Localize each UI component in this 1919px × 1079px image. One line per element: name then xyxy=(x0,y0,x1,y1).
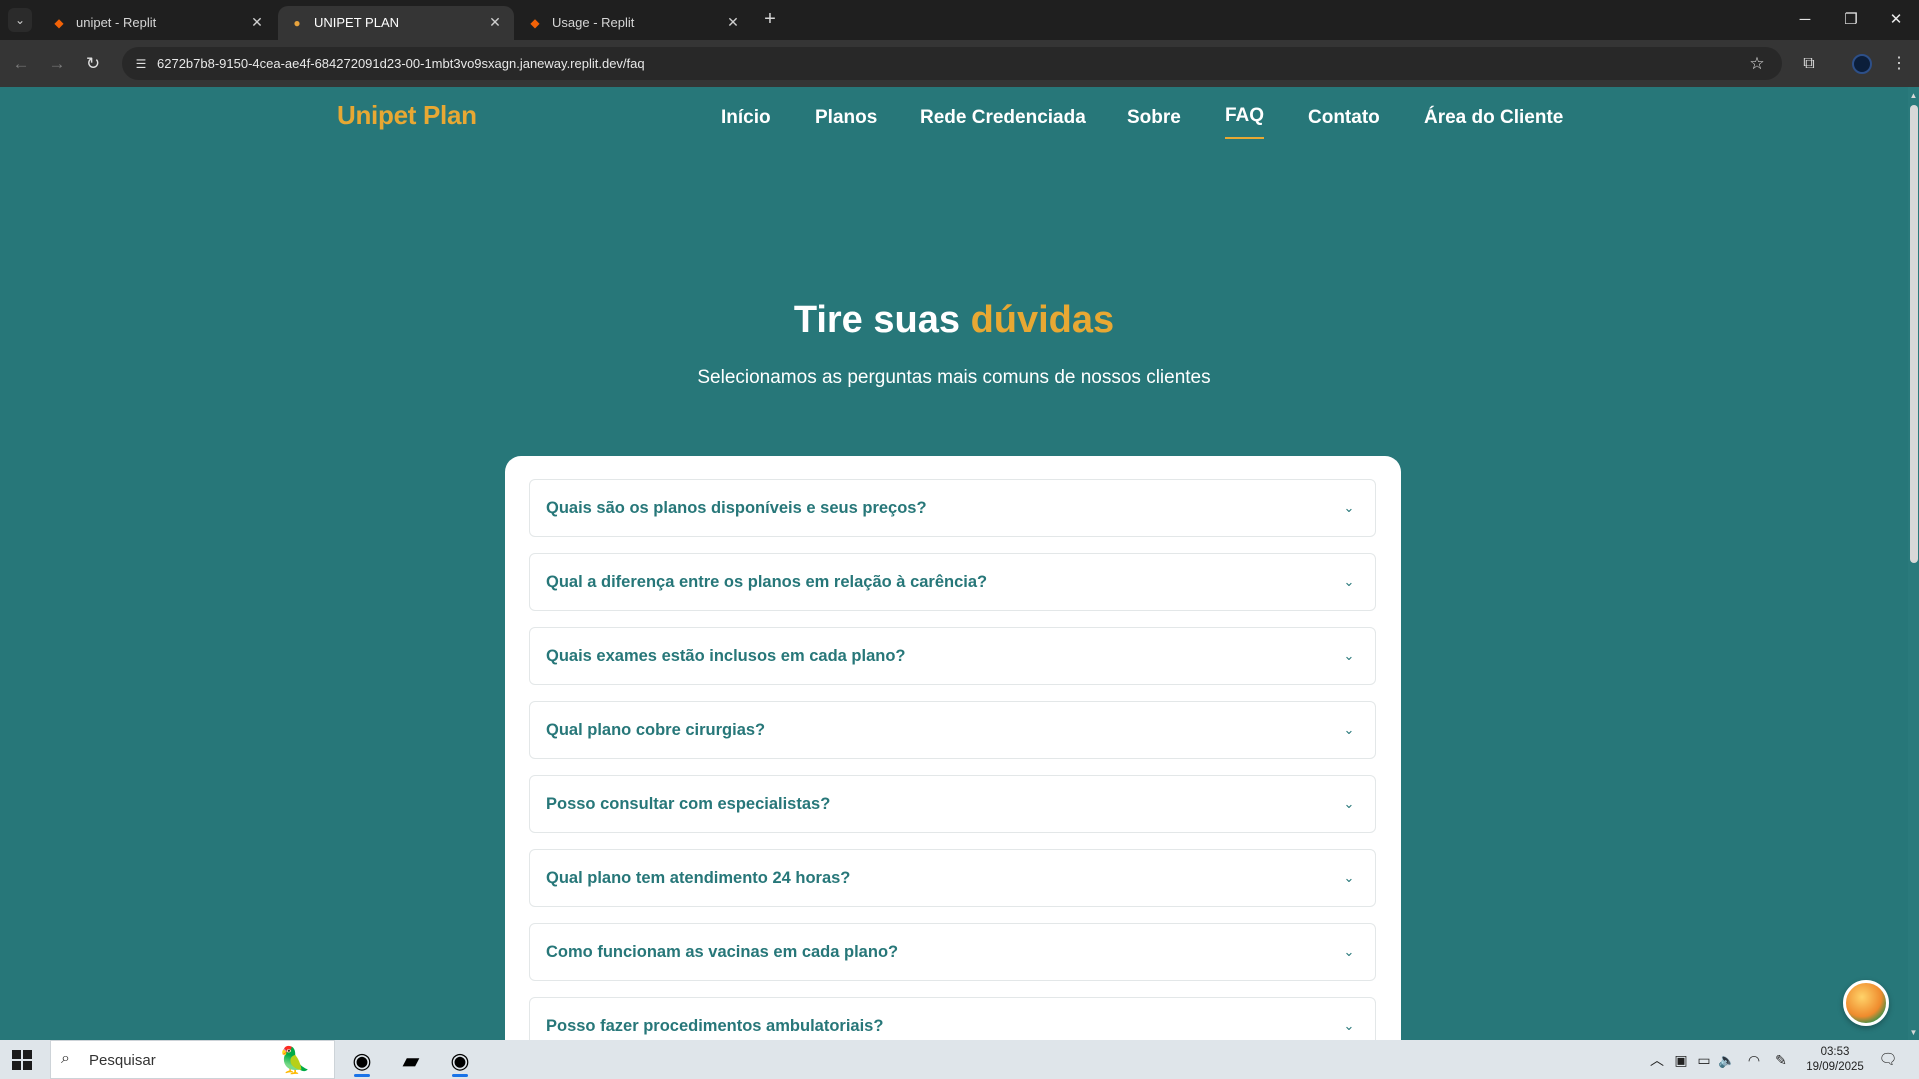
faq-item[interactable]: Posso consultar com especialistas? ⌄ xyxy=(529,775,1376,833)
tray-display-icon[interactable]: ▭ xyxy=(1694,1050,1714,1070)
faq-item[interactable]: Qual plano cobre cirurgias? ⌄ xyxy=(529,701,1376,759)
faq-item[interactable]: Como funcionam as vacinas em cada plano?… xyxy=(529,923,1376,981)
faq-question: Posso fazer procedimentos ambulatoriais? xyxy=(546,1017,884,1035)
tab-search-chevron-icon[interactable]: ⌄ xyxy=(8,8,32,32)
nav-link-rede-credenciada[interactable]: Rede Credenciada xyxy=(920,107,1086,129)
site-info-icon[interactable]: ☰ xyxy=(130,53,152,75)
page-title: Tire suas dúvidas xyxy=(0,299,1908,342)
clock-time: 03:53 xyxy=(1820,1046,1850,1058)
faq-item[interactable]: Qual plano tem atendimento 24 horas? ⌄ xyxy=(529,849,1376,907)
pen-icon[interactable]: ✎ xyxy=(1771,1050,1791,1070)
faq-question: Qual plano tem atendimento 24 horas? xyxy=(546,869,851,887)
chevron-down-icon: ⌄ xyxy=(1343,1018,1355,1033)
windows-taskbar: ⌕ Pesquisar 🦜 ◉ ▰ ◉ ︿ ▣ ▭ 🔈 ◠ ✎ 03:53 19… xyxy=(0,1040,1919,1079)
faq-question: Qual plano cobre cirurgias? xyxy=(546,721,766,739)
search-placeholder: Pesquisar xyxy=(89,1052,156,1069)
faq-item[interactable]: Qual a diferença entre os planos em rela… xyxy=(529,553,1376,611)
chevron-down-icon: ⌄ xyxy=(1343,944,1355,959)
menu-kebab-icon[interactable]: ⋮ xyxy=(1886,51,1912,77)
forward-arrow-icon[interactable]: → xyxy=(44,51,70,77)
taskbar-clock[interactable]: 03:53 19/09/2025 xyxy=(1795,1045,1875,1075)
faq-question: Como funcionam as vacinas em cada plano? xyxy=(546,943,899,961)
faq-item[interactable]: Posso fazer procedimentos ambulatoriais?… xyxy=(529,997,1376,1040)
url-text[interactable]: 6272b7b8-9150-4cea-ae4f-684272091d23-00-… xyxy=(157,56,645,71)
faq-item[interactable]: Quais exames estão inclusos em cada plan… xyxy=(529,627,1376,685)
nav-link-sobre[interactable]: Sobre xyxy=(1127,107,1181,129)
back-arrow-icon[interactable]: ← xyxy=(8,51,34,77)
chevron-down-icon: ⌄ xyxy=(1343,796,1355,811)
bookmark-star-icon[interactable]: ☆ xyxy=(1746,53,1768,75)
replit-icon: ◆ xyxy=(530,16,540,30)
chevron-down-icon: ⌄ xyxy=(1343,500,1355,515)
nav-link-faq[interactable]: FAQ xyxy=(1225,105,1265,139)
address-bar[interactable]: ☰ 6272b7b8-9150-4cea-ae4f-684272091d23-0… xyxy=(122,47,1782,80)
profile-avatar[interactable] xyxy=(1852,54,1872,74)
network-icon[interactable]: ◠ xyxy=(1744,1050,1764,1070)
faq-question: Quais exames estão inclusos em cada plan… xyxy=(546,647,906,665)
nav-link-contato[interactable]: Contato xyxy=(1308,107,1380,129)
page-subtitle: Selecionamos as perguntas mais comuns de… xyxy=(697,367,1211,388)
chevron-down-icon: ⌄ xyxy=(1343,870,1355,885)
browser-tab-bar: ⌄ ◆ unipet - Replit ✕ ● UNIPET PLAN ✕ ◆ … xyxy=(0,0,1919,40)
close-icon[interactable]: ✕ xyxy=(248,13,266,31)
tab-usage-replit[interactable]: ◆ Usage - Replit ✕ xyxy=(516,6,752,40)
app-taskbar-icon[interactable]: ▰ xyxy=(391,1044,431,1077)
page-scrollbar[interactable]: ▲ ▼ xyxy=(1908,87,1919,1040)
restore-icon[interactable]: ❐ xyxy=(1828,6,1874,34)
scroll-up-icon[interactable]: ▲ xyxy=(1909,91,1918,101)
faq-card: Quais são os planos disponíveis e seus p… xyxy=(505,456,1401,1040)
page-viewport: Unipet Plan Início Planos Rede Credencia… xyxy=(0,87,1908,1040)
tray-app-icon[interactable]: ▣ xyxy=(1671,1050,1691,1070)
scrollbar-thumb[interactable] xyxy=(1910,105,1918,563)
faq-question: Qual a diferença entre os planos em rela… xyxy=(546,573,988,591)
window-close-icon[interactable]: ✕ xyxy=(1873,6,1919,34)
new-tab-plus-icon[interactable]: + xyxy=(758,8,782,32)
chevron-down-icon: ⌄ xyxy=(1343,574,1355,589)
nav-link-area-do-cliente[interactable]: Área do Cliente xyxy=(1424,107,1563,129)
faq-item[interactable]: Quais são os planos disponíveis e seus p… xyxy=(529,479,1376,537)
taskbar-search-box[interactable]: ⌕ Pesquisar 🦜 xyxy=(50,1040,335,1079)
tab-title: Usage - Replit xyxy=(552,15,635,30)
floating-widget-icon[interactable] xyxy=(1843,980,1889,1026)
close-icon[interactable]: ✕ xyxy=(724,13,742,31)
extensions-icon[interactable]: ⧉ xyxy=(1796,51,1822,77)
search-icon: ⌕ xyxy=(61,1050,70,1067)
title-plain: Tire suas xyxy=(793,299,960,341)
chrome-taskbar-icon-2[interactable]: ◉ xyxy=(440,1044,480,1077)
site-logo[interactable]: Unipet Plan xyxy=(337,100,477,131)
minimize-icon[interactable]: ─ xyxy=(1782,6,1828,34)
tab-title: unipet - Replit xyxy=(76,15,157,30)
title-accent: dúvidas xyxy=(970,299,1115,341)
tab-unipet-replit[interactable]: ◆ unipet - Replit ✕ xyxy=(40,6,276,40)
chrome-taskbar-icon[interactable]: ◉ xyxy=(342,1044,382,1077)
faq-question: Posso consultar com especialistas? xyxy=(546,795,831,813)
close-icon[interactable]: ✕ xyxy=(486,13,504,31)
tab-title: UNIPET PLAN xyxy=(314,15,400,30)
replit-icon: ◆ xyxy=(54,16,64,30)
nav-link-planos[interactable]: Planos xyxy=(815,107,877,129)
tab-unipet-plan[interactable]: ● UNIPET PLAN ✕ xyxy=(278,6,514,40)
chevron-down-icon: ⌄ xyxy=(1343,648,1355,663)
nav-link-inicio[interactable]: Início xyxy=(721,107,771,129)
clock-date: 19/09/2025 xyxy=(1806,1061,1864,1073)
browser-toolbar: ← → ↻ ☰ 6272b7b8-9150-4cea-ae4f-68427209… xyxy=(0,40,1919,87)
volume-icon[interactable]: 🔈 xyxy=(1717,1050,1737,1070)
paw-icon: ● xyxy=(293,16,301,30)
chevron-down-icon: ⌄ xyxy=(1343,722,1355,737)
reload-icon[interactable]: ↻ xyxy=(80,51,106,77)
notifications-icon[interactable]: 🗨 xyxy=(1876,1049,1900,1071)
windows-start-icon[interactable] xyxy=(12,1050,32,1070)
search-highlight-mascot-icon: 🦜 xyxy=(278,1045,312,1075)
tray-chevron-up-icon[interactable]: ︿ xyxy=(1647,1050,1667,1070)
faq-question: Quais são os planos disponíveis e seus p… xyxy=(546,499,927,517)
scroll-down-icon[interactable]: ▼ xyxy=(1909,1028,1918,1038)
